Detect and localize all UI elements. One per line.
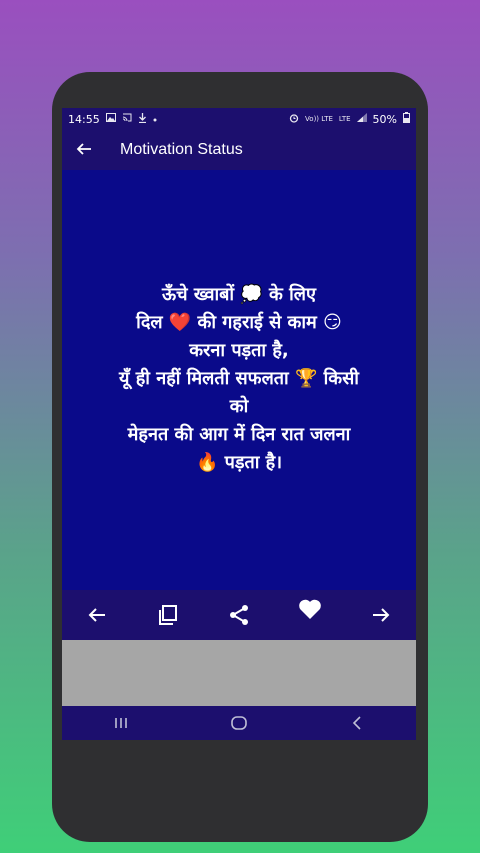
battery-icon (403, 112, 410, 126)
copy-button[interactable] (153, 600, 183, 630)
favorite-button[interactable] (295, 594, 325, 624)
quote-card: ऊँचे ख्वाबों 💭 के लिए दिल ❤️ की गहराई से… (62, 170, 416, 588)
alarm-icon (289, 113, 299, 126)
previous-button[interactable] (82, 600, 112, 630)
share-icon (229, 605, 248, 625)
home-button[interactable] (219, 711, 259, 735)
heart-icon (298, 599, 321, 619)
download-icon (138, 112, 147, 126)
next-button[interactable] (366, 600, 396, 630)
battery-percent: 50% (372, 112, 397, 126)
image-icon (105, 113, 116, 125)
quote-text: ऊँचे ख्वाबों 💭 के लिए दिल ❤️ की गहराई से… (119, 284, 359, 473)
arrow-back-icon (76, 143, 91, 155)
lte-label: LTE (338, 115, 351, 123)
app-screen: 14:55 Vo)) LTE LTE 50% Motivation Status… (62, 108, 416, 740)
page-title: Motivation Status (120, 141, 243, 158)
arrow-right-icon (372, 608, 389, 622)
volte-label: Vo)) LTE (305, 114, 333, 123)
recents-icon (115, 718, 127, 728)
copy-icon (159, 605, 178, 625)
status-time: 14:55 (68, 112, 100, 126)
system-nav-bar (62, 706, 416, 740)
home-icon (231, 716, 247, 730)
share-button[interactable] (224, 600, 254, 630)
ad-banner[interactable] (62, 640, 416, 706)
dot-icon (153, 114, 157, 125)
action-toolbar (62, 590, 416, 640)
app-bar: Motivation Status (62, 130, 416, 170)
arrow-left-icon (88, 608, 106, 622)
back-button[interactable] (62, 138, 106, 162)
chevron-left-icon (352, 716, 361, 730)
signal-icon (356, 113, 367, 125)
status-bar: 14:55 Vo)) LTE LTE 50% (62, 108, 416, 130)
system-back-button[interactable] (337, 711, 377, 735)
cast-icon (122, 113, 132, 125)
recents-button[interactable] (101, 711, 141, 735)
